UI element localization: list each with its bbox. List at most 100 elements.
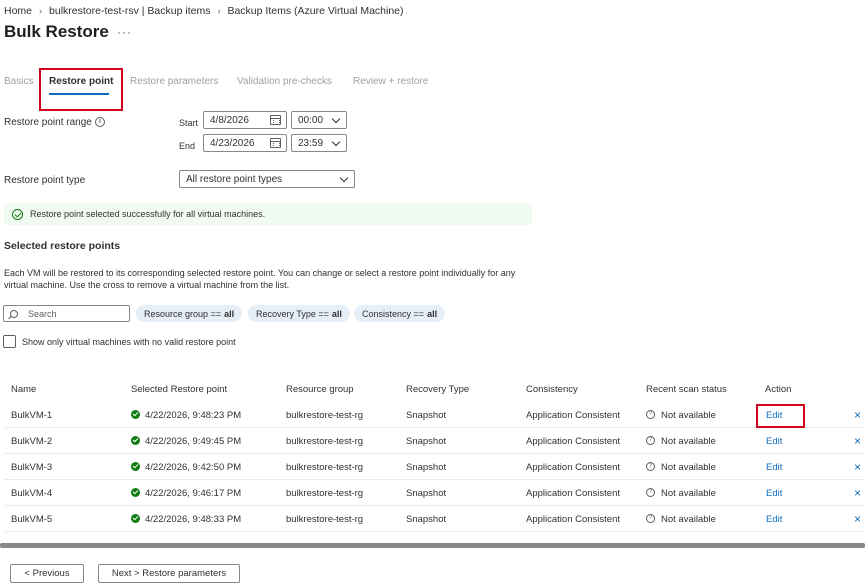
scan-status-value: Not available — [661, 436, 716, 447]
start-date-input[interactable]: 4/8/2026 — [203, 111, 287, 129]
restore-point-cell: 4/22/2026, 9:46:17 PM — [131, 487, 242, 499]
no-valid-restore-point-label: Show only virtual machines with no valid… — [22, 337, 236, 347]
restore-point-value: 4/22/2026, 9:48:23 PM — [145, 410, 242, 421]
consistency-cell: Application Consistent — [526, 514, 620, 525]
breadcrumb-vault[interactable]: bulkrestore-test-rsv | Backup items — [49, 5, 210, 17]
remove-vm-icon[interactable]: × — [854, 486, 861, 500]
edit-link[interactable]: Edit — [766, 462, 782, 473]
filter-value: all — [224, 308, 235, 319]
breadcrumb-home[interactable]: Home — [4, 5, 32, 17]
question-circle-icon: ? — [646, 487, 655, 497]
scan-status-value: Not available — [661, 410, 716, 421]
calendar-icon[interactable] — [270, 115, 281, 125]
edit-link[interactable]: Edit — [766, 436, 782, 447]
consistency-cell: Application Consistent — [526, 436, 620, 447]
edit-link[interactable]: Edit — [766, 488, 782, 499]
success-check-icon — [12, 208, 23, 220]
restore-point-type-select[interactable]: All restore point types — [179, 170, 355, 188]
edit-link[interactable]: Edit — [766, 514, 782, 525]
calendar-icon[interactable] — [270, 138, 281, 148]
restore-point-cell: 4/22/2026, 9:48:23 PM — [131, 409, 242, 421]
tab-validation-prechecks[interactable]: Validation pre-checks — [237, 76, 332, 87]
column-header-resource-group: Resource group — [286, 384, 354, 395]
vm-name: BulkVM-5 — [11, 514, 53, 525]
next-restore-parameters-button[interactable]: Next > Restore parameters — [98, 564, 240, 583]
tab-restore-parameters[interactable]: Restore parameters — [130, 76, 218, 87]
filter-pill-consistency[interactable]: Consistency == all — [354, 305, 446, 322]
resource-group-cell: bulkrestore-test-rg — [286, 410, 364, 421]
previous-button[interactable]: < Previous — [10, 564, 84, 583]
vm-name: BulkVM-3 — [11, 462, 53, 473]
tab-review-restore[interactable]: Review + restore — [353, 76, 428, 87]
vm-name: BulkVM-2 — [11, 436, 53, 447]
start-time-value: 00:00 — [298, 114, 324, 126]
recovery-type-cell: Snapshot — [406, 436, 447, 447]
vm-name: BulkVM-4 — [11, 488, 53, 499]
table-row: BulkVM-3 4/22/2026, 9:42:50 PM bulkresto… — [4, 454, 865, 480]
question-circle-icon: ? — [646, 461, 655, 471]
end-date-value: 4/23/2026 — [210, 137, 255, 149]
scan-status-cell: ? Not available — [646, 461, 716, 473]
filter-key: Consistency — [362, 308, 412, 319]
success-banner: Restore point selected successfully for … — [4, 203, 532, 225]
end-date-input[interactable]: 4/23/2026 — [203, 134, 287, 152]
restore-point-cell: 4/22/2026, 9:48:33 PM — [131, 513, 242, 525]
resource-group-cell: bulkrestore-test-rg — [286, 488, 364, 499]
restore-point-type-value: All restore point types — [186, 173, 283, 185]
highlight-box-edit — [756, 404, 805, 428]
breadcrumb-separator: › — [39, 6, 43, 16]
filter-pill-recovery-type[interactable]: Recovery Type == all — [248, 305, 350, 322]
restore-point-value: 4/22/2026, 9:49:45 PM — [145, 436, 242, 447]
scan-status-cell: ? Not available — [646, 409, 716, 421]
info-icon[interactable]: i — [94, 117, 105, 128]
breadcrumb-backup-items[interactable]: Backup Items (Azure Virtual Machine) — [227, 5, 403, 17]
success-banner-text: Restore point selected successfully for … — [30, 209, 266, 219]
scan-status-value: Not available — [661, 462, 716, 473]
scan-status-cell: ? Not available — [646, 513, 716, 525]
remove-vm-icon[interactable]: × — [854, 512, 861, 526]
search-placeholder: Search — [28, 308, 57, 319]
remove-vm-icon[interactable]: × — [854, 434, 861, 448]
recovery-type-cell: Snapshot — [406, 514, 447, 525]
column-header-name: Name — [11, 384, 37, 395]
start-time-select[interactable]: 00:00 — [291, 111, 347, 129]
resource-group-cell: bulkrestore-test-rg — [286, 514, 364, 525]
no-valid-restore-point-checkbox[interactable] — [3, 335, 16, 348]
restore-point-value: 4/22/2026, 9:42:50 PM — [145, 462, 242, 473]
tab-basics[interactable]: Basics — [4, 76, 33, 87]
consistency-cell: Application Consistent — [526, 488, 620, 499]
start-date-value: 4/8/2026 — [210, 114, 249, 126]
remove-vm-icon[interactable]: × — [854, 460, 861, 474]
column-header-consistency: Consistency — [526, 384, 578, 395]
question-circle-icon: ? — [646, 409, 655, 419]
more-options-button[interactable]: ··· — [117, 25, 132, 39]
filter-pill-resource-group[interactable]: Resource group == all — [136, 305, 243, 322]
restore-point-value: 4/22/2026, 9:46:17 PM — [145, 488, 242, 499]
filter-key: Recovery Type — [256, 308, 316, 319]
column-header-scan-status: Recent scan status — [646, 384, 727, 395]
remove-vm-icon[interactable]: × — [854, 408, 861, 422]
breadcrumb-separator: › — [217, 6, 221, 16]
column-header-recovery-type: Recovery Type — [406, 384, 470, 395]
filter-op: == — [413, 308, 425, 319]
column-header-restore-point: Selected Restore point — [131, 384, 228, 395]
resource-group-cell: bulkrestore-test-rg — [286, 436, 364, 447]
search-input[interactable]: Search — [3, 305, 130, 322]
search-icon — [10, 309, 18, 318]
end-label: End — [179, 141, 196, 151]
restore-point-cell: 4/22/2026, 9:42:50 PM — [131, 461, 242, 473]
column-header-action: Action — [765, 384, 792, 395]
question-circle-icon: ? — [646, 435, 655, 445]
chevron-down-icon — [331, 114, 341, 124]
filter-op: == — [318, 308, 329, 319]
page-title: Bulk Restore — [4, 22, 109, 41]
restore-point-value: 4/22/2026, 9:48:33 PM — [145, 514, 242, 525]
scan-status-value: Not available — [661, 488, 716, 499]
check-circle-icon — [131, 513, 140, 523]
breadcrumb: Home › bulkrestore-test-rsv | Backup ite… — [4, 4, 404, 18]
chevron-down-icon — [331, 137, 341, 147]
end-time-select[interactable]: 23:59 — [291, 134, 347, 152]
end-time-value: 23:59 — [298, 137, 324, 149]
horizontal-scrollbar[interactable] — [0, 543, 865, 548]
restore-point-cell: 4/22/2026, 9:49:45 PM — [131, 435, 242, 447]
